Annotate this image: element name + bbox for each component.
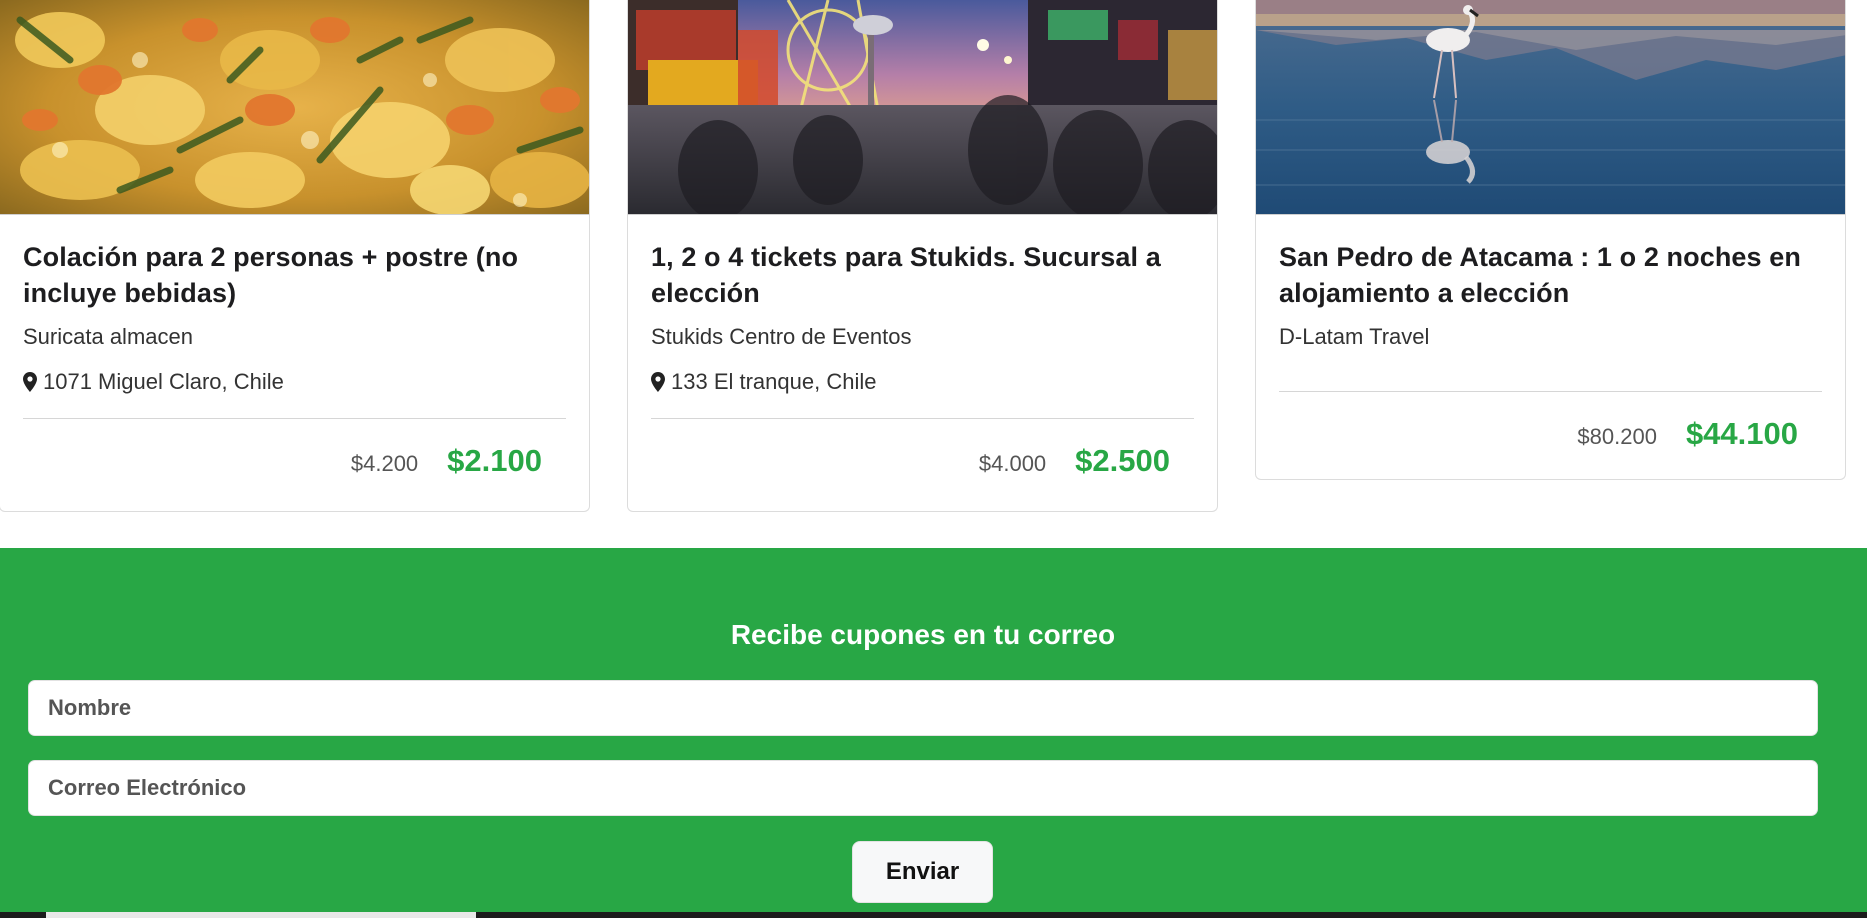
deal-card[interactable]: 1, 2 o 4 tickets para Stukids. Sucursal … [627, 0, 1218, 512]
divider [23, 418, 566, 419]
new-price: $44.100 [1685, 416, 1798, 451]
new-price: $2.100 [447, 443, 542, 478]
deals-grid: Colación para 2 personas + postre (no in… [0, 0, 1867, 548]
page: Colación para 2 personas + postre (no in… [0, 0, 1867, 918]
deal-merchant: D-Latam Travel [1279, 324, 1430, 349]
newsletter-title: Recibe cupones en tu correo [730, 619, 1116, 650]
deal-image-amusement-park[interactable] [628, 0, 1217, 215]
deal-card[interactable]: San Pedro de Atacama : 1 o 2 noches en a… [1255, 0, 1846, 480]
deal-title[interactable]: Colación para 2 personas + postre (no in… [23, 239, 566, 311]
deal-image-food[interactable] [0, 0, 589, 215]
strip-segment [46, 912, 476, 918]
submit-button[interactable]: Enviar [852, 841, 993, 903]
map-pin-icon [651, 372, 665, 392]
deal-merchant: Suricata almacen [23, 324, 193, 349]
deal-location: 133 El tranque, Chile [651, 368, 1194, 396]
old-price: $4.000 [978, 451, 1047, 476]
deal-title[interactable]: 1, 2 o 4 tickets para Stukids. Sucursal … [651, 239, 1194, 311]
name-input[interactable] [28, 680, 1818, 736]
divider [1279, 391, 1822, 392]
deal-title[interactable]: San Pedro de Atacama : 1 o 2 noches en a… [1279, 239, 1822, 311]
deal-location-text: 133 El tranque, Chile [671, 369, 877, 394]
deal-prices: $80.200 $44.100 [1279, 416, 1822, 452]
deal-location-text: 1071 Miguel Claro, Chile [43, 369, 284, 394]
old-price: $4.200 [350, 451, 419, 476]
deal-location: 1071 Miguel Claro, Chile [23, 368, 566, 396]
deal-merchant: Stukids Centro de Eventos [651, 324, 912, 349]
bottom-strip [0, 912, 1867, 918]
new-price: $2.500 [1075, 443, 1170, 478]
divider [651, 418, 1194, 419]
map-pin-icon [23, 372, 37, 392]
deal-prices: $4.200 $2.100 [23, 443, 566, 479]
deal-image-flamingo-lagoon[interactable] [1256, 0, 1845, 215]
deal-card[interactable]: Colación para 2 personas + postre (no in… [0, 0, 590, 512]
old-price: $80.200 [1577, 424, 1657, 449]
email-input[interactable] [28, 760, 1818, 816]
deal-prices: $4.000 $2.500 [651, 443, 1194, 479]
newsletter-section: Recibe cupones en tu correo Enviar [0, 548, 1867, 912]
